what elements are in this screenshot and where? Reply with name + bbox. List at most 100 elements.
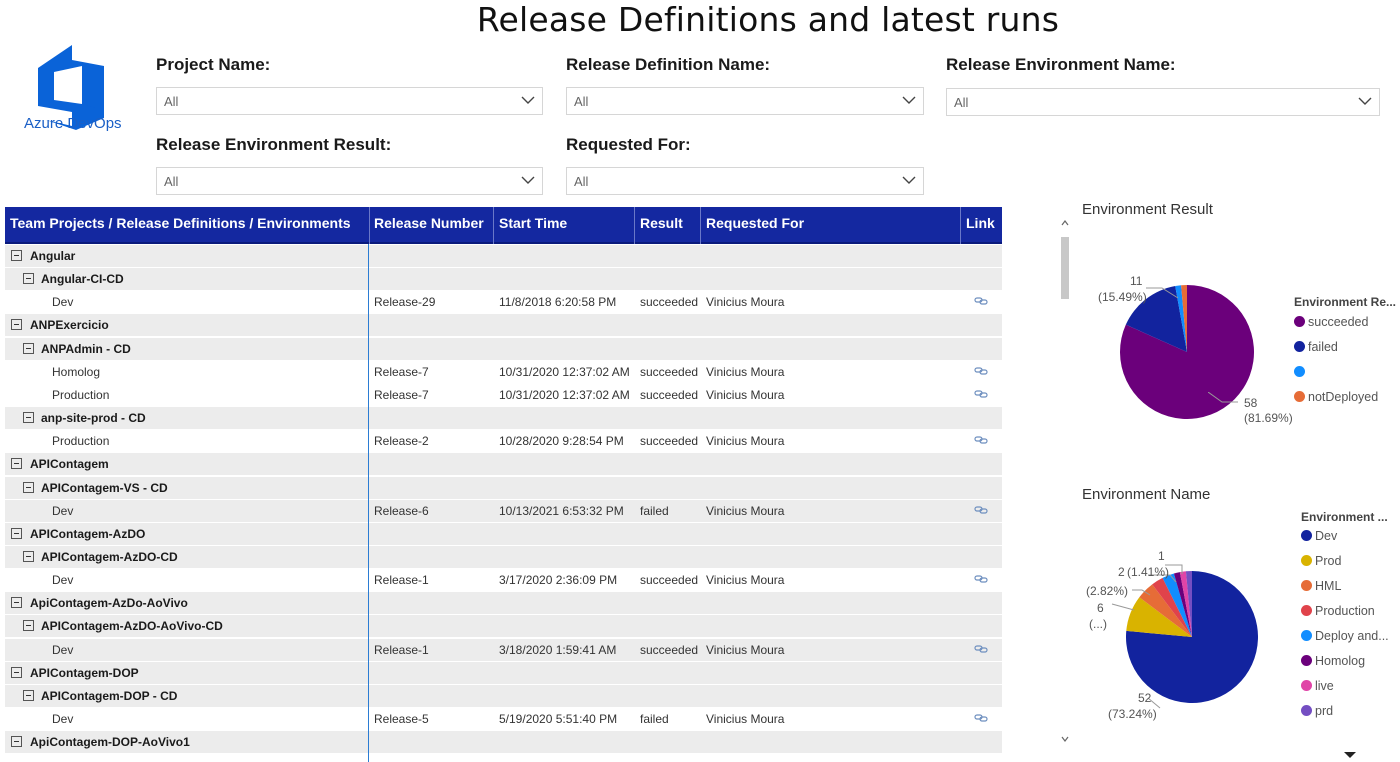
more-chevron-icon[interactable] bbox=[1343, 750, 1357, 760]
collapse-toggle-icon[interactable] bbox=[23, 412, 34, 424]
link-icon[interactable] bbox=[974, 366, 988, 376]
matrix-environment-row[interactable]: Dev Release-6 10/13/2021 6:53:32 PM failed V… bbox=[5, 499, 1002, 522]
collapse-toggle-icon[interactable] bbox=[23, 273, 34, 285]
matrix-environment-row[interactable]: Dev Release-1 3/17/2020 2:36:09 PM succeede… bbox=[5, 569, 1002, 591]
definition-name: ANPAdmin - CD bbox=[41, 341, 131, 356]
legend-dot-icon bbox=[1301, 655, 1312, 666]
link-icon[interactable] bbox=[974, 574, 988, 584]
environment-name: Homolog bbox=[52, 364, 101, 379]
result-value: succeeded bbox=[640, 387, 699, 402]
release-definition-name-dropdown[interactable]: All bbox=[566, 87, 924, 115]
matrix-definition-row[interactable]: anp-site-prod - CD bbox=[5, 407, 1002, 430]
collapse-toggle-icon[interactable] bbox=[11, 597, 22, 609]
release-environment-name-dropdown[interactable]: All bbox=[946, 88, 1380, 116]
environment-name: Dev bbox=[52, 295, 74, 310]
legend-dot-icon bbox=[1294, 341, 1305, 352]
chevron-down-icon bbox=[1358, 97, 1372, 105]
definition-name: APIContagem-VS - CD bbox=[41, 480, 168, 495]
matrix-environment-row[interactable]: Dev Release-29 11/8/2018 6:20:58 PM succeed… bbox=[5, 291, 1002, 313]
header-link[interactable]: Link bbox=[966, 215, 995, 231]
pie1-label-succeeded-value: 58 bbox=[1244, 396, 1258, 410]
collapse-toggle-icon[interactable] bbox=[11, 736, 22, 748]
legend-dot-icon bbox=[1301, 680, 1312, 691]
matrix-environment-row[interactable]: Dev Release-1 3/18/2020 1:59:41 AM succeede… bbox=[5, 638, 1002, 661]
result-legend-item[interactable]: failed bbox=[1294, 340, 1338, 354]
matrix-definition-row[interactable]: APIContagem-AzDO-AoVivo-CD bbox=[5, 615, 1002, 638]
matrix-environment-row[interactable]: Homolog Release-7 10/31/2020 12:37:02 AM su… bbox=[5, 361, 1002, 383]
matrix-project-row[interactable]: ApiContagem-AzDo-AoVivo bbox=[5, 592, 1002, 615]
definition-name: APIContagem-AzDO-CD bbox=[41, 549, 178, 564]
header-result[interactable]: Result bbox=[640, 215, 683, 231]
name-legend-item[interactable]: Homolog bbox=[1301, 654, 1365, 668]
definition-name: APIContagem-AzDO-AoVivo-CD bbox=[41, 619, 223, 634]
header-release-number[interactable]: Release Number bbox=[374, 215, 484, 231]
link-icon[interactable] bbox=[974, 435, 988, 445]
link-icon[interactable] bbox=[974, 505, 988, 515]
link-icon[interactable] bbox=[974, 296, 988, 306]
header-team-projects[interactable]: Team Projects / Release Definitions / En… bbox=[10, 215, 351, 231]
visual-scrollbar[interactable] bbox=[1060, 215, 1070, 747]
matrix-project-row[interactable]: APIContagem-AzDO bbox=[5, 522, 1002, 545]
collapse-toggle-icon[interactable] bbox=[11, 319, 22, 331]
project-name-dropdown[interactable]: All bbox=[156, 87, 543, 115]
release-definition-name-label: Release Definition Name: bbox=[566, 55, 771, 74]
collapse-toggle-icon[interactable] bbox=[23, 620, 34, 632]
matrix-definition-row[interactable]: APIContagem-AzDO-CD bbox=[5, 545, 1002, 568]
matrix-definition-row[interactable]: APIContagem-DOP - CD bbox=[5, 684, 1002, 707]
release-number: Release-29 bbox=[374, 295, 436, 310]
matrix-environment-row[interactable]: Production Release-7 10/31/2020 12:37:02 A… bbox=[5, 384, 1002, 406]
release-number: Release-2 bbox=[374, 434, 429, 449]
name-legend-item[interactable]: Prod bbox=[1301, 554, 1341, 568]
page-title: Release Definitions and latest runs bbox=[476, 0, 1060, 39]
release-environment-result-dropdown[interactable]: All bbox=[156, 167, 543, 195]
pie1-leader-line-2 bbox=[1208, 392, 1238, 403]
collapse-toggle-icon[interactable] bbox=[11, 458, 22, 470]
release-matrix: Team Projects / Release Definitions / En… bbox=[5, 207, 1002, 762]
collapse-toggle-icon[interactable] bbox=[23, 481, 34, 493]
name-legend-item[interactable]: Production bbox=[1301, 604, 1375, 618]
result-value: succeeded bbox=[640, 573, 699, 588]
name-legend-item[interactable]: prd bbox=[1301, 704, 1333, 718]
result-legend-item[interactable]: notDeployed bbox=[1294, 390, 1378, 404]
header-start-time[interactable]: Start Time bbox=[499, 215, 567, 231]
collapse-toggle-icon[interactable] bbox=[23, 342, 34, 354]
pie1-label-succeeded-pct: (81.69%) bbox=[1244, 411, 1293, 425]
legend-label: prd bbox=[1315, 704, 1334, 718]
matrix-definition-row[interactable]: ANPAdmin - CD bbox=[5, 337, 1002, 360]
project-name: ANPExercicio bbox=[30, 318, 109, 333]
legend-label: Homolog bbox=[1315, 654, 1366, 668]
legend-label: HML bbox=[1315, 579, 1342, 593]
requested-for-dropdown[interactable]: All bbox=[566, 167, 924, 195]
matrix-project-row[interactable]: ApiContagem-DOP-AoVivo1 bbox=[5, 731, 1002, 754]
collapse-toggle-icon[interactable] bbox=[11, 666, 22, 678]
project-name-value: All bbox=[164, 94, 179, 109]
matrix-project-row[interactable]: Angular bbox=[5, 245, 1002, 267]
result-legend-item[interactable] bbox=[1294, 365, 1308, 379]
link-icon[interactable] bbox=[974, 713, 988, 723]
name-legend-item[interactable]: HML bbox=[1301, 579, 1341, 593]
header-requested-for[interactable]: Requested For bbox=[706, 215, 804, 231]
matrix-project-row[interactable]: ANPExercicio bbox=[5, 314, 1002, 337]
legend-label: Prod bbox=[1315, 554, 1342, 568]
matrix-environment-row[interactable]: Dev Release-5 5/19/2020 5:51:40 PM failed Vi… bbox=[5, 708, 1002, 730]
matrix-definition-row[interactable]: Angular-CI-CD bbox=[5, 268, 1002, 291]
definition-name: APIContagem-DOP - CD bbox=[41, 688, 178, 703]
matrix-definition-row[interactable]: APIContagem-VS - CD bbox=[5, 476, 1002, 499]
matrix-project-row[interactable]: APIContagem bbox=[5, 453, 1002, 476]
start-time: 10/31/2020 12:37:02 AM bbox=[499, 387, 630, 402]
matrix-project-row[interactable]: APIContagem-DOP bbox=[5, 661, 1002, 684]
pie2-label-1: 1 bbox=[1158, 549, 1165, 563]
name-legend-item[interactable]: Deploy and... bbox=[1301, 629, 1389, 643]
link-icon[interactable] bbox=[974, 644, 988, 654]
result-legend-item[interactable]: succeeded bbox=[1294, 315, 1368, 329]
release-number: Release-1 bbox=[374, 642, 429, 657]
collapse-toggle-icon[interactable] bbox=[11, 527, 22, 539]
name-legend-item[interactable]: Dev bbox=[1301, 529, 1337, 543]
link-icon[interactable] bbox=[974, 389, 988, 399]
legend-dot-icon bbox=[1294, 366, 1305, 377]
collapse-toggle-icon[interactable] bbox=[23, 550, 34, 562]
name-legend-item[interactable]: live bbox=[1301, 679, 1334, 693]
matrix-environment-row[interactable]: Production Release-2 10/28/2020 9:28:54 PM… bbox=[5, 430, 1002, 452]
collapse-toggle-icon[interactable] bbox=[23, 689, 34, 701]
collapse-toggle-icon[interactable] bbox=[11, 250, 22, 261]
